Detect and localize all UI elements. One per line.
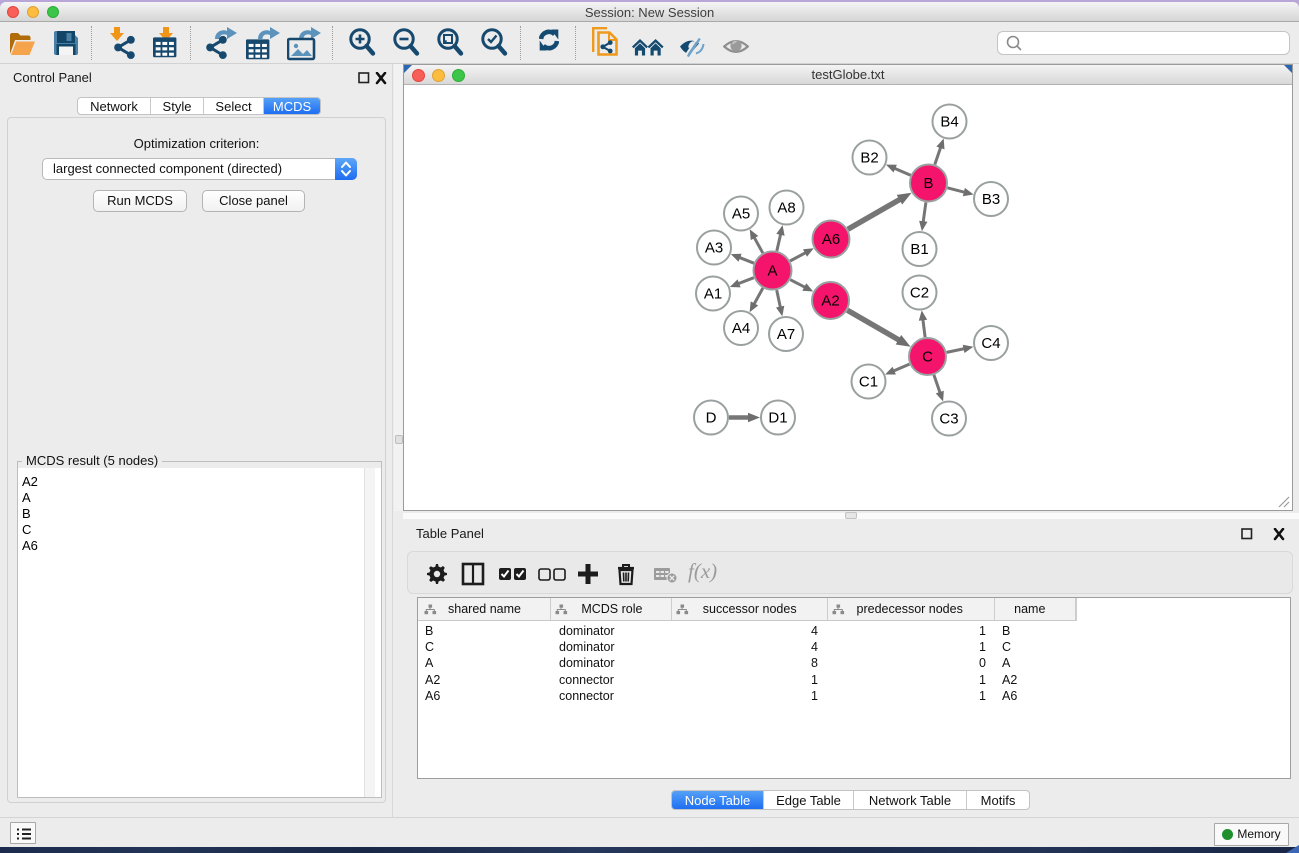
svg-text:A5: A5 [732, 206, 750, 223]
svg-text:B1: B1 [910, 241, 928, 258]
svg-text:B2: B2 [860, 150, 878, 167]
svg-text:A: A [767, 263, 777, 280]
svg-text:B4: B4 [940, 114, 958, 131]
svg-text:C2: C2 [910, 285, 929, 302]
svg-text:C3: C3 [939, 411, 958, 428]
svg-text:A2: A2 [821, 293, 839, 310]
svg-text:A7: A7 [777, 326, 795, 343]
svg-text:C4: C4 [981, 335, 1000, 352]
svg-text:C1: C1 [859, 374, 878, 391]
svg-text:A4: A4 [732, 320, 750, 337]
svg-text:A6: A6 [822, 231, 840, 248]
svg-text:D1: D1 [768, 410, 787, 427]
svg-text:A3: A3 [705, 240, 723, 257]
svg-text:A1: A1 [704, 286, 722, 303]
svg-text:B: B [923, 175, 933, 192]
svg-text:C: C [922, 349, 933, 366]
svg-text:D: D [706, 410, 717, 427]
svg-text:B3: B3 [982, 191, 1000, 208]
svg-text:A8: A8 [777, 200, 795, 217]
